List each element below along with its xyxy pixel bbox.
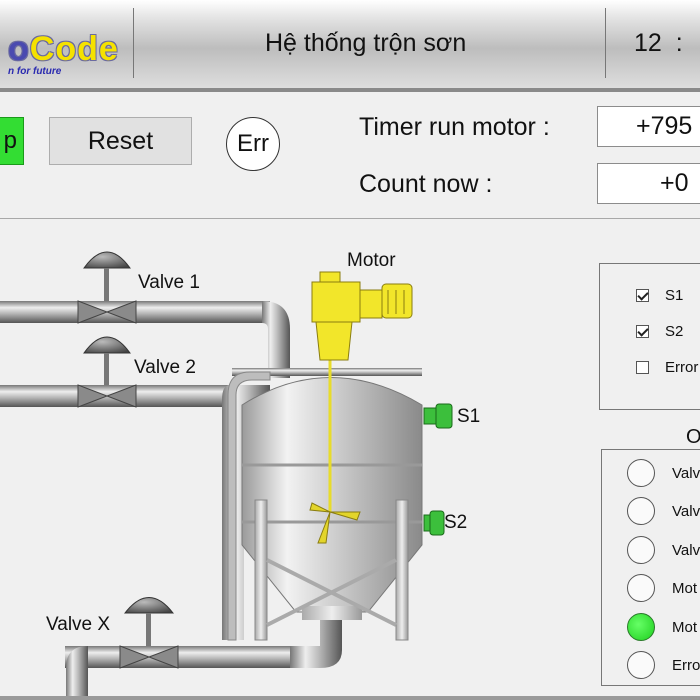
output-item: Mot	[627, 613, 697, 641]
bottom-border	[0, 696, 700, 700]
title-bar: oCode n for future Hệ thống trộn sơn 12 …	[0, 0, 700, 88]
checkbox-s1[interactable]	[636, 289, 649, 302]
mixing-tank	[241, 377, 423, 620]
valve-x-label: Valve X	[46, 614, 111, 635]
clock-display: 12 :	[634, 29, 683, 57]
output-label: Erro	[672, 656, 700, 674]
input-s2-label: S2	[665, 323, 684, 340]
timer-run-motor-label: Timer run motor :	[359, 113, 550, 141]
sensor-s1	[423, 403, 453, 429]
output-label: Valv	[672, 541, 700, 559]
input-s1[interactable]: S1	[636, 287, 683, 304]
valve-2[interactable]	[77, 336, 137, 408]
output-label: Valv	[672, 502, 700, 520]
app-title: Hệ thống trộn sơn	[265, 29, 467, 57]
input-s1-label: S1	[665, 287, 684, 304]
valve-x[interactable]	[119, 597, 179, 669]
output-led	[627, 651, 655, 679]
output-item: Erro	[627, 651, 700, 679]
output-item: Valv	[627, 459, 700, 487]
output-item: Valv	[627, 536, 700, 564]
stop-button[interactable]: p	[0, 117, 24, 165]
timer-run-motor-value: +795	[597, 106, 700, 147]
output-led	[627, 613, 655, 641]
count-now-label: Count now :	[359, 170, 493, 198]
output-item: Valv	[627, 497, 700, 525]
output-label: Mot	[672, 579, 698, 597]
output-led	[627, 459, 655, 487]
sensor-s2-label: S2	[444, 512, 468, 533]
error-indicator-button[interactable]: Err	[226, 117, 280, 171]
valve-1[interactable]	[77, 251, 137, 324]
count-now-value: +0	[597, 163, 700, 204]
output-item: Mot	[627, 574, 697, 602]
output-label: Mot	[672, 618, 698, 636]
outputs-group-title: O	[686, 426, 700, 448]
sensor-s2	[423, 510, 445, 536]
logo-tagline: n for future	[8, 66, 62, 77]
sensor-s1-label: S1	[457, 406, 481, 427]
input-error-label: Error	[665, 359, 699, 376]
checkbox-error[interactable]	[636, 361, 649, 374]
input-error[interactable]: Error	[636, 359, 698, 376]
output-led	[627, 574, 655, 602]
header-divider	[605, 8, 606, 78]
valve-1-label: Valve 1	[138, 272, 200, 293]
motor-label: Motor	[347, 250, 396, 271]
output-label: Valv	[672, 464, 700, 482]
checkbox-s2[interactable]	[636, 325, 649, 338]
input-s2[interactable]: S2	[636, 323, 683, 340]
motor	[311, 271, 413, 361]
section-divider	[0, 218, 700, 219]
reset-button[interactable]: Reset	[49, 117, 192, 165]
output-led	[627, 536, 655, 564]
logo: oCode	[8, 30, 119, 68]
output-led	[627, 497, 655, 525]
header-divider	[133, 8, 134, 78]
valve-2-label: Valve 2	[134, 357, 196, 378]
